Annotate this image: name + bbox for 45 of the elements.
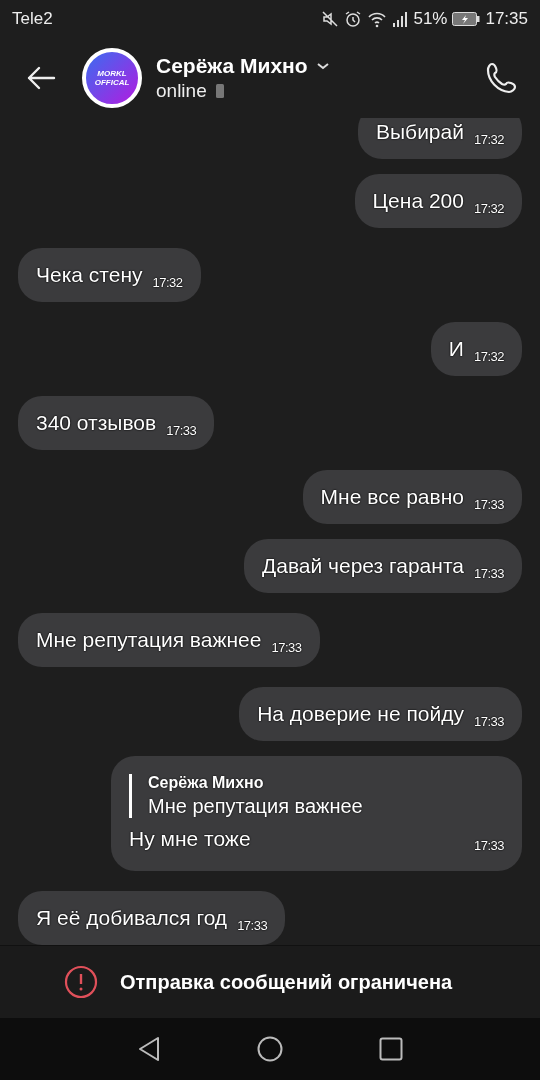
message-text: Давай через гаранта — [262, 554, 464, 578]
signal-icon — [392, 11, 409, 27]
phone-device-icon — [214, 83, 225, 99]
message-text: Чека стену — [36, 263, 143, 287]
message-text: Мне репутация важнее — [36, 628, 262, 652]
wifi-icon — [367, 10, 388, 28]
message-text: Цена 200 — [372, 189, 464, 213]
message-time: 17:33 — [271, 639, 302, 655]
message-text: 340 отзывов — [36, 411, 157, 435]
mute-icon — [321, 10, 340, 28]
chevron-down-icon[interactable] — [315, 61, 330, 71]
phone-icon[interactable] — [484, 61, 518, 95]
battery-percent: 51% — [413, 9, 448, 29]
message-time: 17:33 — [237, 917, 268, 933]
message-time: 17:33 — [473, 565, 504, 581]
contact-name[interactable]: Серёжа Михно — [156, 54, 308, 78]
message-time: 17:32 — [473, 131, 504, 147]
message-time: 17:33 — [473, 838, 504, 853]
message-time: 17:32 — [473, 200, 504, 216]
home-nav-icon[interactable] — [257, 1036, 283, 1062]
message-time: 17:33 — [166, 422, 197, 438]
message-text: Выбирай — [376, 120, 464, 144]
restriction-notice: Отправка сообщений ограничена — [120, 970, 453, 994]
message-time: 17:33 — [473, 496, 504, 512]
message-text: На доверие не пойду — [257, 702, 464, 726]
carrier-name: Tele2 — [12, 9, 53, 29]
quoted-message[interactable]: Серёжа Михно Мне репутация важнее — [129, 774, 504, 818]
recents-nav-icon[interactable] — [379, 1037, 403, 1061]
alarm-icon — [344, 10, 363, 28]
warning-icon — [64, 965, 98, 999]
back-arrow-icon[interactable] — [26, 66, 56, 90]
battery-icon — [452, 12, 481, 26]
message-time: 17:32 — [473, 348, 504, 364]
avatar[interactable]: MORKL OFFICAL — [82, 48, 142, 108]
back-nav-icon[interactable] — [137, 1036, 161, 1062]
quote-text: Мне репутация важнее — [148, 795, 364, 818]
message-text: Я её добивался год — [36, 906, 228, 930]
quote-author: Серёжа Михно — [148, 774, 265, 792]
message-text: Мне все равно — [320, 485, 464, 509]
message-text: И — [448, 337, 464, 361]
clock: 17:35 — [485, 9, 528, 29]
message-text: Ну мне тоже — [129, 826, 251, 851]
online-status: online — [156, 80, 207, 102]
message-time: 17:33 — [473, 713, 504, 729]
message-time: 17:32 — [152, 274, 183, 290]
